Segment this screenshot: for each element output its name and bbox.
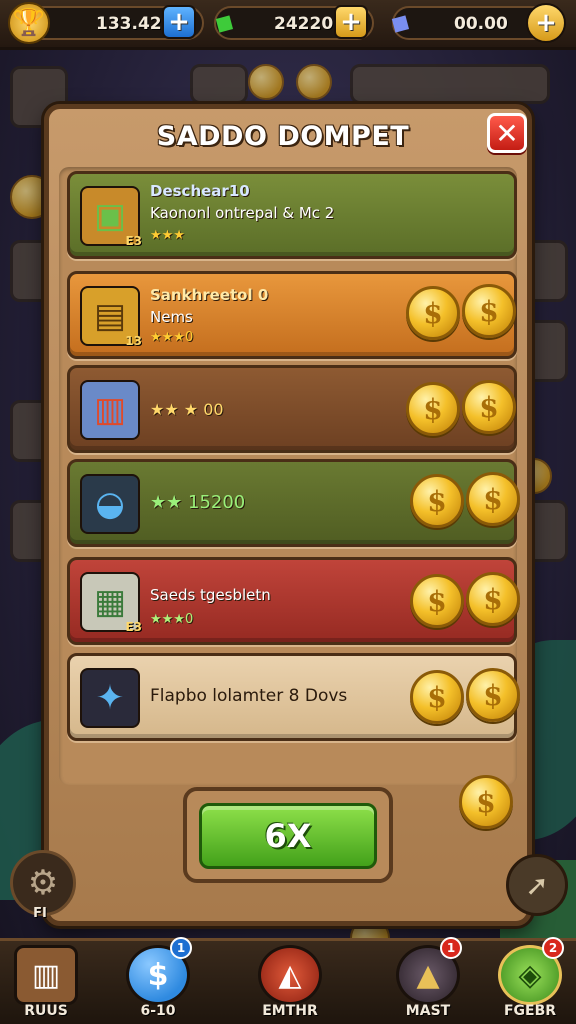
resource-bar: 133.423 🏆 + 24220 ◆ + 00.00 ◆ + — [0, 0, 576, 50]
coin-icon: $ — [462, 380, 516, 434]
item-glyph: ▤ — [93, 296, 127, 336]
item-glyph: ◒ — [95, 484, 125, 524]
notification-badge: 1 — [440, 937, 462, 959]
add-crystal-button[interactable]: + — [526, 3, 566, 43]
item-name: Flapbo lolamter 8 Dovs — [150, 686, 348, 706]
gear-icon: ⚙ — [27, 863, 59, 903]
confirm-button-frame: 6X — [183, 787, 393, 883]
emerald-value: 24220 — [274, 14, 334, 34]
arrow-icon: ➚ — [525, 868, 549, 902]
nav-item-ruus[interactable]: ▥ RUUS — [6, 941, 86, 1024]
item-level-badge: 13 — [125, 334, 142, 348]
map-icon: ◭ — [258, 945, 322, 1005]
cash-register-icon: ▦ E3 — [80, 572, 142, 634]
nav-label: 6-10 — [140, 1003, 176, 1019]
chest-icon: ▤ 13 — [80, 286, 142, 348]
magic-wand-icon: ✦ — [80, 668, 140, 728]
confirm-button[interactable]: 6X — [199, 803, 377, 869]
item-name: Deschear10 — [150, 182, 250, 200]
item-glyph: ▣ — [93, 196, 127, 236]
bottom-nav: ▥ RUUS $ 1 6-10 ◭ EMTHR ▲ 1 MAST ◈ 2 FGE… — [0, 937, 576, 1024]
nav-label: FGEBR — [503, 1003, 557, 1019]
add-emerald-button[interactable]: + — [334, 5, 368, 39]
list-item[interactable]: ▦ E3 Saeds tgesbletn ★★★0 $ $ — [67, 557, 520, 645]
nav-glyph: ◈ — [518, 957, 542, 993]
nav-item-fgebr[interactable]: ◈ 2 FGEBR — [490, 937, 570, 1024]
coin-icon: $ — [466, 572, 520, 626]
add-trophy-button[interactable]: + — [162, 5, 196, 39]
list-item[interactable]: ◒ ★★ 15200 $ $ — [67, 459, 520, 547]
coin-icon: $ — [410, 474, 464, 528]
nav-label: RUUS — [24, 1003, 68, 1019]
item-rating: ★★★0 — [150, 612, 194, 627]
list-item[interactable]: ✦ Flapbo lolamter 8 Dovs $ $ — [67, 653, 520, 741]
coin-icon: $ — [466, 472, 520, 526]
notification-badge: 2 — [542, 937, 564, 959]
item-glyph: ▥ — [93, 390, 127, 430]
item-rating: ★★★0 — [150, 330, 194, 345]
wallet-dialog: SADDO DOMPET ✕ ▣ E3 Deschear10 Kaononl o… — [44, 104, 532, 926]
item-level-badge: E3 — [125, 620, 142, 634]
crystal-value: 00.00 — [454, 14, 508, 34]
crate-icon: ▥ — [14, 945, 78, 1005]
notification-badge: 1 — [170, 937, 192, 959]
gift-box-icon: ▥ — [80, 380, 140, 440]
cash-pack-icon: ▣ E3 — [80, 186, 142, 248]
nav-item-emthr[interactable]: ◭ EMTHR — [250, 941, 330, 1024]
item-name: Sankhreetol 0 — [150, 286, 269, 304]
coin-icon: $ — [410, 574, 464, 628]
item-glyph: ✦ — [95, 678, 125, 718]
nav-glyph: ◭ — [278, 957, 302, 993]
coin-icon: $ — [459, 775, 513, 829]
item-glyph: ▦ — [93, 582, 127, 622]
dialog-title: SADDO DOMPET — [156, 121, 410, 152]
nav-glyph: ▥ — [31, 957, 61, 993]
item-rating: ★★ ★ 00 — [150, 400, 224, 419]
list-item[interactable]: ▥ ★★ ★ 00 $ $ — [67, 365, 517, 453]
item-description: Kaononl ontrepal & Mc 2 — [150, 204, 335, 222]
list-item[interactable]: ▣ E3 Deschear10 Kaononl ontrepal & Mc 2 … — [67, 171, 517, 259]
coin-icon: $ — [462, 284, 516, 338]
item-description: Nems — [150, 308, 193, 326]
coin-icon: $ — [410, 670, 464, 724]
nav-item-coins[interactable]: $ 1 6-10 — [118, 937, 198, 1024]
nav-item-mast[interactable]: ▲ 1 MAST — [388, 937, 468, 1024]
item-rating: ★★ 15200 — [150, 492, 246, 513]
side-action-button[interactable]: ➚ — [506, 854, 568, 916]
list-item[interactable]: ▤ 13 Sankhreetol 0 Nems ★★★0 $ $ — [67, 271, 517, 359]
water-orb-icon: ◒ — [80, 474, 140, 534]
nav-glyph: ▲ — [416, 957, 440, 993]
settings-label: FI — [33, 906, 47, 921]
item-level-badge: E3 — [125, 234, 142, 248]
coin-icon: $ — [406, 382, 460, 436]
close-button[interactable]: ✕ — [487, 113, 527, 153]
trophy-icon: 🏆 — [8, 2, 50, 44]
nav-label: MAST — [405, 1003, 451, 1019]
item-name: Saeds tgesbletn — [150, 586, 271, 604]
item-rating: ★★★ — [150, 228, 185, 243]
coin-icon: $ — [466, 668, 520, 722]
nav-glyph: $ — [147, 957, 169, 993]
nav-label: EMTHR — [262, 1003, 318, 1019]
coin-icon: $ — [406, 286, 460, 340]
